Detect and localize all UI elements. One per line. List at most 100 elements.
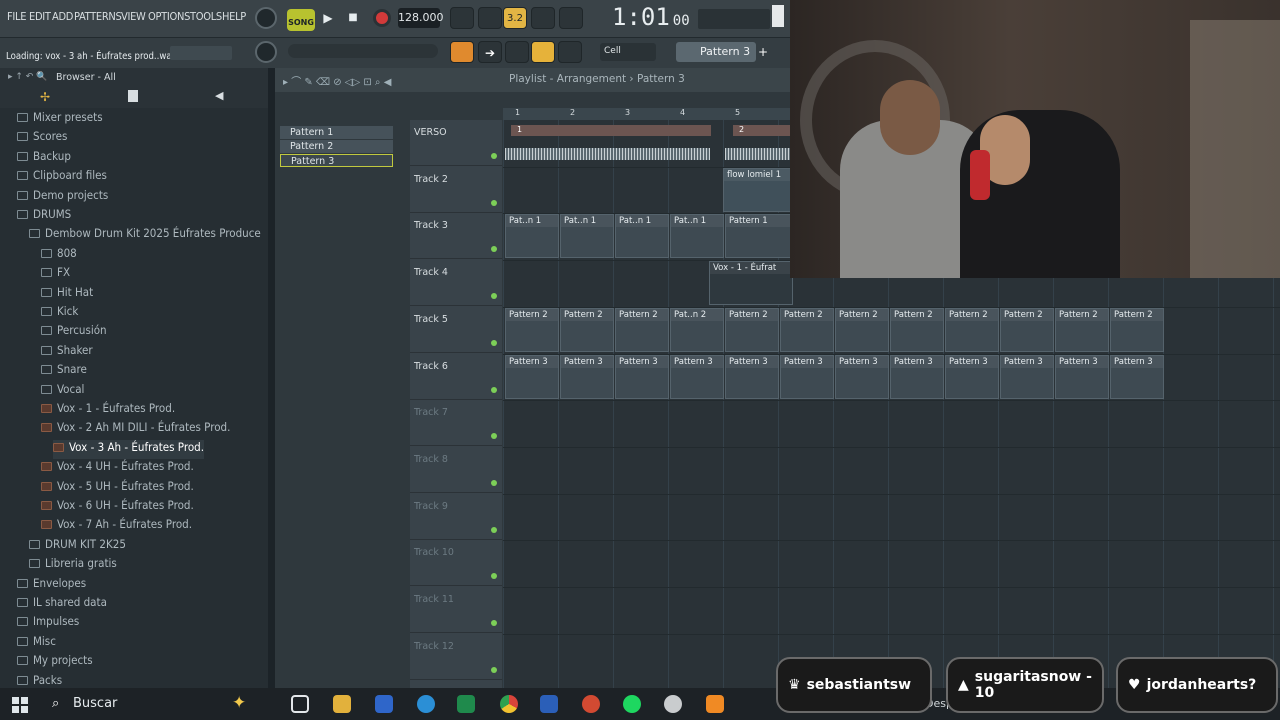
playlist-clip[interactable]: Pattern 2 [615,307,669,352]
browser-item[interactable]: Backup [17,149,71,168]
file-explorer-icon[interactable] [333,695,351,713]
menu-patterns[interactable]: PATTERNS [74,10,122,23]
menu-view[interactable]: VIEW [121,10,146,23]
browser-item[interactable]: Percusión [41,323,107,342]
pattern-selector[interactable]: Pattern 3 [676,42,756,62]
playlist-clip[interactable]: Pattern 2 [780,307,834,352]
menu-file[interactable]: FILE [7,10,26,23]
wait-input-icon[interactable] [478,7,502,29]
browser-item[interactable]: Vox - 7 Ah - Éufrates Prod. [41,517,192,536]
browser-item[interactable]: Vox - 1 - Éufrates Prod. [41,401,175,420]
browser-item[interactable]: Vox - 2 Ah MI DILI - Éufrates Prod. [41,420,230,439]
playlist-clip[interactable]: Pattern 3 [670,354,724,399]
song-mode-toggle[interactable]: SONG [287,9,315,31]
track-mute-led[interactable] [491,620,497,626]
fl-studio-icon[interactable] [706,695,724,713]
add-pattern-icon[interactable]: + [756,42,770,62]
playlist-clip[interactable]: Pattern 2 [725,307,779,352]
browser-item[interactable]: Mixer presets [17,110,103,129]
browser-file-icon[interactable] [128,90,138,102]
browser-item[interactable]: Vox - 3 Ah - Éufrates Prod. [53,439,205,459]
browser-item[interactable]: Envelopes [17,576,86,595]
picker-icons[interactable] [284,104,404,122]
playlist-clip[interactable]: Pattern 2 [1110,307,1164,352]
pattern-item[interactable]: Pattern 3 [280,154,393,167]
track-header[interactable]: Track 5 [410,307,502,353]
taskbar-search[interactable]: Buscar [73,696,117,711]
playlist-clip[interactable]: Pattern 3 [725,354,779,399]
chrome-icon[interactable] [500,695,518,713]
word-icon[interactable] [540,695,558,713]
playlist-clip[interactable]: Pattern 3 [890,354,944,399]
track-mute-led[interactable] [491,199,497,206]
browser-item[interactable]: Demo projects [17,188,108,207]
outlook-icon[interactable] [375,695,393,713]
speaker-icon[interactable]: ◀ [215,89,223,102]
obs-icon[interactable] [664,695,682,713]
menu-add[interactable]: ADD [52,10,73,23]
browser-item[interactable]: Clipboard files [17,168,107,187]
track-mute-led[interactable] [491,153,497,159]
track-header[interactable]: Track 4 [410,260,502,307]
playlist-clip[interactable]: Pattern 3 [505,354,559,399]
powerpoint-icon[interactable] [582,695,600,713]
playlist-clip[interactable]: Pattern 2 [890,307,944,352]
play-icon[interactable]: ▶ [318,8,338,28]
search-icon[interactable]: ⌕ [52,696,59,711]
browser-item[interactable]: Libreria gratis [29,556,117,575]
metronome-icon[interactable] [450,7,474,29]
track-header[interactable]: Track 2 [410,167,502,213]
playlist-clip[interactable]: Pat..n 1 [560,214,614,259]
tempo-display[interactable]: 128.000 [398,8,444,28]
playlist-clip[interactable]: Vox - 1 - Éufrat [709,261,793,306]
master-volume-knob[interactable] [255,7,277,29]
browser-item[interactable]: IL shared data [17,595,107,614]
browser-item[interactable]: Vox - 4 UH - Éufrates Prod. [41,459,194,478]
playlist-clip[interactable]: Pat..n 2 [670,307,724,352]
playlist-clip[interactable]: Pattern 2 [945,307,999,352]
loop-record-icon[interactable] [559,7,583,29]
track-header[interactable]: VERSO [410,120,502,166]
playlist-clip[interactable]: Pattern 2 [1000,307,1054,352]
menu-options[interactable]: OPTIONS [148,10,190,23]
browser-item[interactable]: Vox - 6 UH - Éufrates Prod. [41,498,194,517]
arrangement-marker[interactable]: 2 [733,125,793,136]
track-header[interactable]: Track 3 [410,213,502,260]
track-header[interactable]: Track 11 [410,587,502,633]
playlist-clip[interactable]: Pattern 2 [835,307,889,352]
browser-collapse-icon[interactable]: ✢ [40,90,50,104]
browser-item[interactable]: Misc [17,634,56,653]
browser-item[interactable]: Shaker [41,343,93,362]
track-mute-led[interactable] [491,386,497,393]
track-mute-led[interactable] [491,666,497,673]
step-edit-icon[interactable] [531,7,555,29]
browser-item[interactable]: FX [41,265,70,284]
browser-item[interactable]: Scores [17,129,67,148]
browser-item[interactable]: My projects [17,653,93,672]
track-mute-led[interactable] [491,246,497,253]
browser-item[interactable]: Hit Hat [41,285,93,304]
playlist-clip[interactable]: Pat..n 1 [615,214,669,259]
playlist-clip[interactable]: Pattern 2 [560,307,614,352]
snap-select[interactable]: Cell [600,43,656,61]
track-header[interactable]: Track 12 [410,634,502,680]
track-mute-led[interactable] [491,573,497,580]
menu-help[interactable]: HELP [222,10,246,23]
edge-icon[interactable] [417,695,435,713]
plugin-icon[interactable] [558,41,582,63]
piano-icon[interactable] [450,41,474,63]
track-mute-led[interactable] [491,479,497,486]
arrow-right-icon[interactable]: ➔ [478,41,502,63]
playlist-clip[interactable]: Pattern 3 [780,354,834,399]
menu-tools[interactable]: TOOLS [190,10,222,23]
playlist-clip[interactable]: Pattern 3 [560,354,614,399]
browser-item[interactable]: Vocal [41,382,84,401]
browser-item[interactable]: 808 [41,246,77,265]
playlist-clip[interactable]: Pat..n 1 [505,214,559,259]
playlist-clip[interactable]: Pattern 3 [945,354,999,399]
playlist-tool-icons[interactable]: ▸ ⌒ ✎ ⌫ ⊘ ◁▷ ⊡ ⌕ ◀ [283,73,391,88]
track-header[interactable]: Track 10 [410,540,502,587]
playlist-clip[interactable]: Pattern 3 [1055,354,1109,399]
mixer-icon[interactable] [505,41,529,63]
task-view-icon[interactable] [291,695,309,713]
